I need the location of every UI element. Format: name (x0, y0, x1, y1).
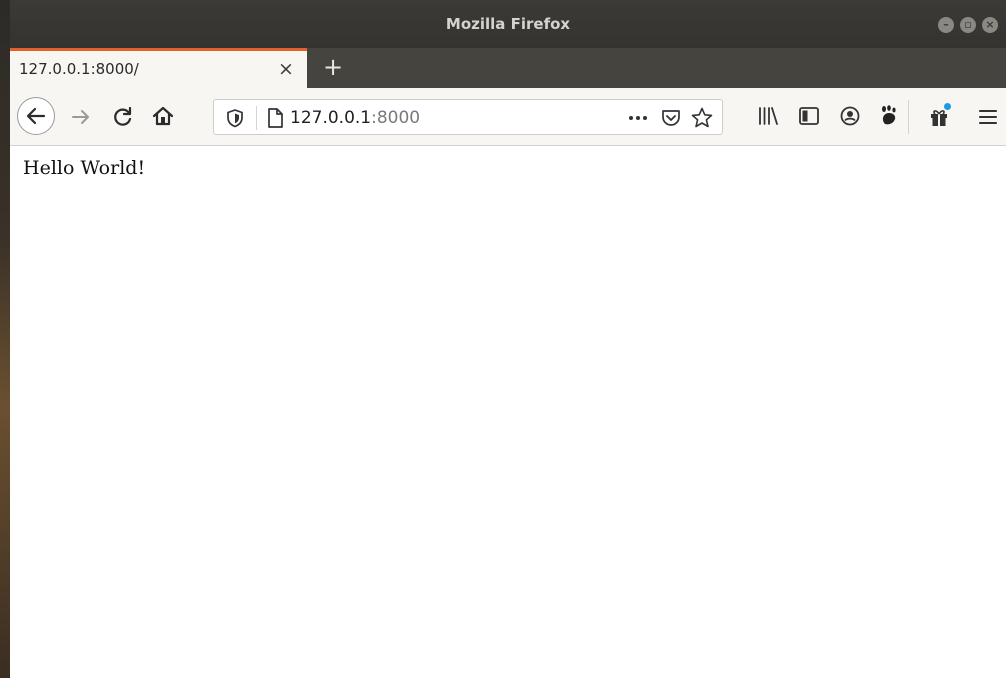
home-icon[interactable] (150, 103, 176, 129)
tab-title: 127.0.0.1:8000/ (19, 60, 139, 78)
page-actions-icon[interactable] (626, 108, 650, 128)
gnome-extension-icon[interactable] (879, 104, 901, 128)
tab-close-icon[interactable]: × (274, 57, 298, 81)
url-bar[interactable]: 127.0.0.1:8000 (213, 99, 723, 135)
desktop-background (0, 0, 10, 678)
url-separator (256, 106, 257, 130)
tab-active[interactable]: 127.0.0.1:8000/ × (10, 48, 307, 88)
firefox-window: Mozilla Firefox – ▫ × 127.0.0.1:8000/ × … (10, 0, 1006, 678)
url-text: 127.0.0.1:8000 (290, 108, 420, 128)
url-host: 127.0.0.1 (290, 108, 372, 128)
close-window-icon[interactable]: × (982, 17, 998, 33)
sidebar-icon[interactable] (797, 105, 821, 127)
back-arrow-icon (26, 107, 46, 125)
navigation-toolbar: 127.0.0.1:8000 (10, 88, 1006, 146)
minimize-icon[interactable]: – (938, 17, 954, 33)
tracking-shield-icon[interactable] (226, 108, 244, 128)
page-content: Hello World! (10, 147, 1006, 678)
back-button[interactable] (17, 97, 55, 135)
page-body-text: Hello World! (23, 157, 146, 179)
forward-arrow-icon[interactable] (68, 104, 94, 130)
pocket-icon[interactable] (660, 107, 682, 129)
url-port: :8000 (371, 108, 421, 128)
tab-strip: 127.0.0.1:8000/ × + (10, 48, 1006, 88)
account-icon[interactable] (839, 105, 861, 127)
library-icon[interactable] (756, 105, 780, 127)
maximize-icon[interactable]: ▫ (960, 17, 976, 33)
reload-icon[interactable] (110, 104, 136, 130)
window-title: Mozilla Firefox (445, 15, 571, 33)
bookmark-star-icon[interactable] (690, 106, 714, 130)
hamburger-menu-icon[interactable] (976, 106, 1000, 128)
title-bar[interactable]: Mozilla Firefox – ▫ × (10, 0, 1006, 48)
page-icon (268, 108, 283, 128)
notification-dot (944, 103, 951, 110)
toolbar-separator (908, 100, 909, 134)
new-tab-button[interactable]: + (318, 52, 348, 82)
